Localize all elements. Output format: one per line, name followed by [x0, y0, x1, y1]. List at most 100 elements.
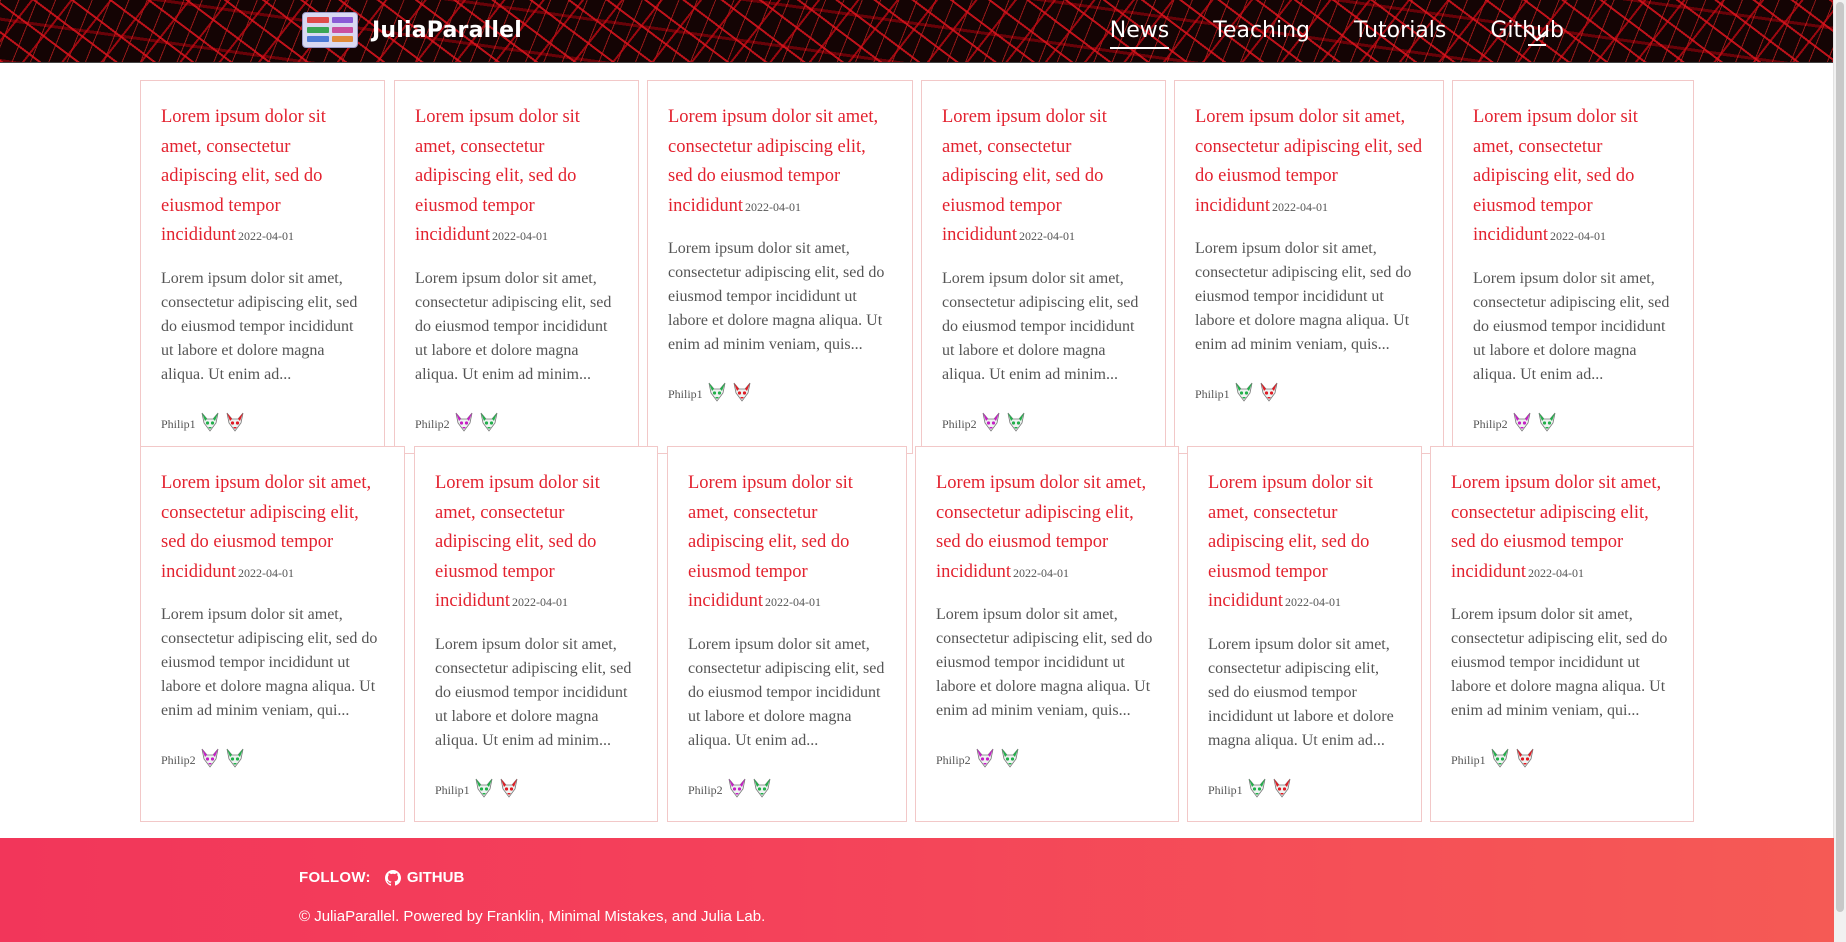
- post-title-link[interactable]: Lorem ipsum dolor sit amet, consectetur …: [161, 103, 364, 252]
- post-excerpt: Lorem ipsum dolor sit amet, consectetur …: [1451, 606, 1668, 719]
- author-avatar-icon: [454, 411, 479, 438]
- post-title[interactable]: Lorem ipsum dolor sit amet, consectetur …: [942, 107, 1107, 245]
- author-name[interactable]: Philip1: [1195, 387, 1230, 402]
- logo-tile: [307, 17, 329, 23]
- nav-tutorials[interactable]: Tutorials: [1354, 18, 1446, 43]
- post-author-row: Philip2: [415, 411, 618, 438]
- post-author-row: Philip2: [161, 747, 384, 774]
- post-title-link[interactable]: Lorem ipsum dolor sit amet, consectetur …: [415, 103, 618, 252]
- site-logo: [302, 12, 358, 48]
- logo-tile: [331, 26, 353, 33]
- post-card: Lorem ipsum dolor sit amet, consectetur …: [667, 446, 907, 822]
- author-name[interactable]: Philip2: [942, 417, 977, 432]
- post-title-link[interactable]: Lorem ipsum dolor sit amet, consectetur …: [1473, 103, 1673, 252]
- author-avatar-icon: [1515, 747, 1540, 774]
- author-avatar-icon: [975, 747, 1000, 774]
- post-title[interactable]: Lorem ipsum dolor sit amet, consectetur …: [435, 473, 600, 611]
- footer-github-link[interactable]: GITHUB: [384, 869, 465, 886]
- post-date: 2022-04-01: [1550, 229, 1607, 243]
- site-logo-link[interactable]: JuliaParallel: [302, 12, 522, 48]
- author-avatar-icon: [1000, 747, 1025, 774]
- author-name[interactable]: Philip2: [936, 753, 971, 768]
- scrollbar[interactable]: [1833, 0, 1846, 942]
- post-date: 2022-04-01: [238, 229, 295, 243]
- author-name[interactable]: Philip2: [688, 783, 723, 798]
- post-excerpt: Lorem ipsum dolor sit amet, consectetur …: [415, 269, 612, 383]
- post-date: 2022-04-01: [1019, 229, 1076, 243]
- author-avatar-icon: [981, 411, 1006, 438]
- post-date: 2022-04-01: [1528, 565, 1585, 580]
- author-avatar-icon: [727, 777, 752, 804]
- post-date: 2022-04-01: [765, 595, 822, 609]
- post-card: Lorem ipsum dolor sit amet, consectetur …: [1430, 446, 1694, 822]
- post-title[interactable]: Lorem ipsum dolor sit amet, consectetur …: [415, 107, 580, 245]
- post-title-link[interactable]: Lorem ipsum dolor sit amet, consectetur …: [688, 469, 886, 618]
- post-title-link[interactable]: Lorem ipsum dolor sit amet, consectetur …: [1208, 469, 1401, 618]
- post-title-link[interactable]: Lorem ipsum dolor sit amet, consectetur …: [1451, 469, 1673, 588]
- post-card: Lorem ipsum dolor sit amet, consectetur …: [1174, 80, 1444, 454]
- post-title[interactable]: Lorem ipsum dolor sit amet, consectetur …: [161, 107, 326, 245]
- masthead: JuliaParallel News Teaching Tutorials Gi…: [0, 0, 1834, 63]
- post-title-link[interactable]: Lorem ipsum dolor sit amet, consectetur …: [942, 103, 1145, 252]
- author-name[interactable]: Philip1: [1208, 783, 1243, 798]
- site-title[interactable]: JuliaParallel: [372, 18, 522, 43]
- github-link-label[interactable]: GITHUB: [407, 869, 465, 886]
- nav-toggle-chevron-icon[interactable]: [1524, 26, 1550, 51]
- post-title[interactable]: Lorem ipsum dolor sit amet, consectetur …: [1473, 107, 1638, 245]
- author-avatar-icon: [474, 777, 499, 804]
- copyright-text: © JuliaParallel. Powered by Franklin, Mi…: [299, 908, 766, 925]
- post-title-link[interactable]: Lorem ipsum dolor sit amet, consectetur …: [435, 469, 637, 618]
- post-author-row: Philip2: [936, 747, 1158, 774]
- logo-tile: [331, 17, 353, 23]
- post-excerpt: Lorem ipsum dolor sit amet, consectetur …: [688, 635, 885, 749]
- post-excerpt: Lorem ipsum dolor sit amet, consectetur …: [161, 269, 358, 383]
- post-author-row: Philip1: [1195, 381, 1423, 408]
- nav-news[interactable]: News: [1109, 18, 1170, 49]
- author-avatar-icon: [732, 381, 757, 408]
- author-avatar-icon: [1537, 411, 1562, 438]
- post-excerpt: Lorem ipsum dolor sit amet, consectetur …: [942, 269, 1139, 383]
- author-avatar-icon: [225, 411, 250, 438]
- author-name[interactable]: Philip1: [435, 783, 470, 798]
- post-card: Lorem ipsum dolor sit amet, consectetur …: [140, 446, 405, 822]
- post-author-row: Philip1: [668, 381, 892, 408]
- author-avatar-icon: [479, 411, 504, 438]
- post-title-link[interactable]: Lorem ipsum dolor sit amet, consectetur …: [161, 469, 384, 588]
- post-excerpt: Lorem ipsum dolor sit amet, consectetur …: [161, 606, 378, 719]
- post-card: Lorem ipsum dolor sit amet, consectetur …: [921, 80, 1166, 454]
- author-avatar-icon: [1272, 777, 1297, 804]
- scrollbar-thumb[interactable]: [1836, 2, 1844, 912]
- post-author-row: Philip1: [435, 777, 637, 804]
- author-name[interactable]: Philip2: [161, 753, 196, 768]
- author-avatar-icon: [499, 777, 524, 804]
- author-avatar-icon: [1490, 747, 1515, 774]
- post-card: Lorem ipsum dolor sit amet, consectetur …: [647, 80, 913, 454]
- post-title-link[interactable]: Lorem ipsum dolor sit amet, consectetur …: [668, 103, 892, 222]
- follow-label: FOLLOW:: [299, 869, 371, 886]
- author-avatar-icon: [1512, 411, 1537, 438]
- post-excerpt: Lorem ipsum dolor sit amet, consectetur …: [1473, 269, 1670, 383]
- main-nav: News Teaching Tutorials Github: [1066, 18, 1564, 49]
- logo-tile: [307, 36, 329, 43]
- post-excerpt: Lorem ipsum dolor sit amet, consectetur …: [435, 635, 632, 749]
- author-avatar-icon: [1247, 777, 1272, 804]
- post-date: 2022-04-01: [238, 565, 295, 580]
- nav-teaching[interactable]: Teaching: [1213, 18, 1310, 43]
- author-avatar-icon: [752, 777, 777, 804]
- author-name[interactable]: Philip2: [415, 417, 450, 432]
- author-name[interactable]: Philip2: [1473, 417, 1508, 432]
- author-avatar-icon: [1006, 411, 1031, 438]
- post-title-link[interactable]: Lorem ipsum dolor sit amet, consectetur …: [936, 469, 1158, 588]
- author-name[interactable]: Philip1: [1451, 753, 1486, 768]
- post-author-row: Philip2: [688, 777, 886, 804]
- post-title[interactable]: Lorem ipsum dolor sit amet, consectetur …: [688, 473, 853, 611]
- post-excerpt: Lorem ipsum dolor sit amet, consectetur …: [936, 606, 1153, 719]
- post-title[interactable]: Lorem ipsum dolor sit amet, consectetur …: [1208, 473, 1373, 611]
- author-name[interactable]: Philip1: [161, 417, 196, 432]
- post-date: 2022-04-01: [512, 595, 569, 609]
- author-avatar-icon: [1234, 381, 1259, 408]
- author-avatar-icon: [707, 381, 732, 408]
- author-name[interactable]: Philip1: [668, 387, 703, 402]
- post-title-link[interactable]: Lorem ipsum dolor sit amet, consectetur …: [1195, 103, 1423, 222]
- post-author-row: Philip2: [942, 411, 1145, 438]
